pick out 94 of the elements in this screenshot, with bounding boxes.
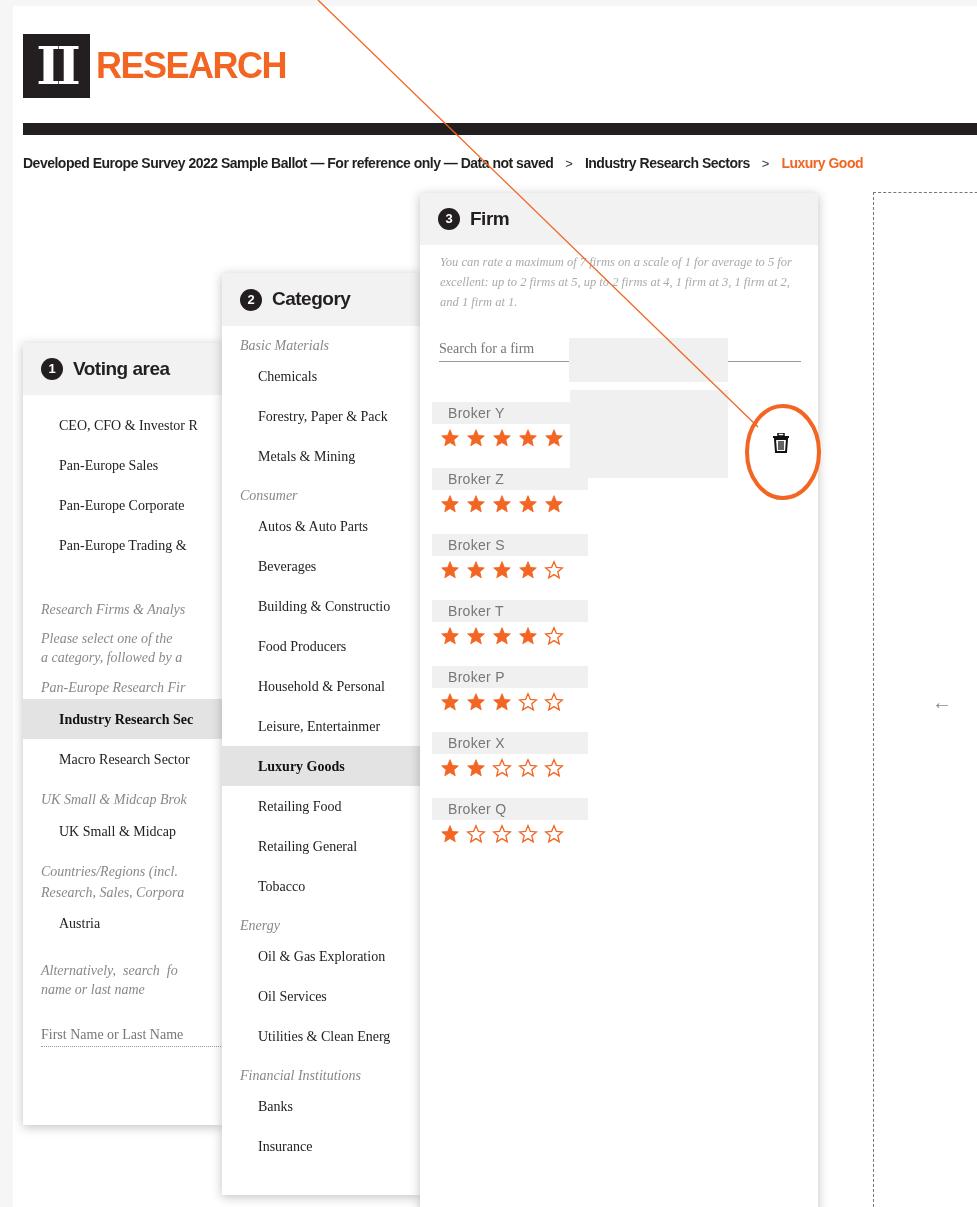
list-item[interactable]: Leisure, Entertainmer [222,706,420,746]
trash-icon [772,433,790,453]
star-icon[interactable] [544,494,564,514]
help-text: Please select one of the [40,630,174,648]
list-item[interactable]: Macro Research Sector [23,739,222,779]
list-item[interactable]: Metals & Mining [222,436,420,476]
star-icon[interactable] [544,824,564,844]
list-item[interactable]: Retailing General [222,826,420,866]
star-icon[interactable] [440,692,460,712]
star-icon[interactable] [518,560,538,580]
star-icon[interactable] [518,758,538,778]
star-icon[interactable] [518,428,538,448]
star-icon[interactable] [544,626,564,646]
group-heading: Energy [239,917,281,935]
group-heading: Research Firms & Analys [40,601,187,619]
breadcrumb-separator: > [761,154,770,173]
help-text: name or last name [40,981,146,999]
star-icon[interactable] [466,428,486,448]
panel-title: Voting area [73,356,170,381]
list-item[interactable]: Household & Personal [222,666,420,706]
star-icon[interactable] [440,824,460,844]
firm-name: Broker T [432,600,588,622]
firm-name: Broker P [432,666,588,688]
list-item[interactable]: Luxury Goods [222,746,420,786]
star-icon[interactable] [466,824,486,844]
group-heading: Pan-Europe Research Fir [40,679,187,697]
star-icon[interactable] [466,692,486,712]
star-icon[interactable] [492,494,512,514]
list-item[interactable]: Building & Constructio [222,586,420,626]
star-icon[interactable] [440,758,460,778]
list-item[interactable]: Insurance [222,1126,420,1166]
star-icon[interactable] [492,758,512,778]
logo-mark[interactable]: II [23,34,90,98]
star-icon[interactable] [544,560,564,580]
back-arrow[interactable]: ← [932,687,952,717]
breadcrumb-link[interactable]: Industry Research Sectors [584,153,750,174]
firm-name: Broker Q [432,798,588,820]
firm-name: Broker Z [432,468,588,490]
star-icon[interactable] [440,494,460,514]
list-item[interactable]: CEO, CFO & Investor R [23,405,222,445]
list-item[interactable]: Austria [23,903,222,943]
star-icon[interactable] [466,494,486,514]
breadcrumb-separator: > [565,154,573,173]
step-number: 1 [41,358,63,380]
star-icon[interactable] [544,758,564,778]
star-icon[interactable] [544,428,564,448]
list-item[interactable]: Food Producers [222,626,420,666]
step-number: 2 [240,288,262,311]
group-heading: Financial Institutions [239,1067,362,1085]
firm-name: Broker S [432,534,588,556]
star-icon[interactable] [466,626,486,646]
list-item[interactable]: Tobacco [222,866,420,906]
star-icon[interactable] [440,626,460,646]
panel-title: Firm [470,206,510,231]
star-icon[interactable] [492,626,512,646]
star-icon[interactable] [466,560,486,580]
list-item[interactable]: UK Small & Midcap [23,811,222,851]
list-item[interactable]: Oil Services [222,976,420,1016]
help-text: a category, followed by a [40,649,184,667]
step-number: 3 [438,208,460,230]
delete-button[interactable] [771,432,791,454]
star-icon[interactable] [518,824,538,844]
list-item[interactable]: Banks [222,1086,420,1126]
group-heading: Countries/Regions (incl. [40,863,179,881]
panel-title: Category [272,287,351,312]
list-item[interactable]: Autos & Auto Parts [222,506,420,546]
list-item[interactable]: Chemicals [222,356,420,396]
list-item[interactable]: Industry Research Sec [23,699,222,739]
list-item[interactable]: Pan-Europe Trading & [23,525,222,565]
star-icon[interactable] [518,692,538,712]
name-search-field[interactable]: First Name or Last Name [41,1023,222,1047]
star-icon[interactable] [440,428,460,448]
star-icon[interactable] [544,692,564,712]
star-icon[interactable] [492,692,512,712]
group-heading: Research, Sales, Corpora [40,884,186,902]
group-heading: Consumer [239,487,299,505]
help-text: Alternatively, search fo [39,962,179,980]
group-heading: Basic Materials [239,337,331,355]
list-item[interactable]: Forestry, Paper & Pack [222,396,420,436]
star-icon[interactable] [440,560,460,580]
star-icon[interactable] [466,758,486,778]
star-icon[interactable] [518,626,538,646]
list-item[interactable]: Oil & Gas Exploration [222,936,420,976]
firm-name: Broker X [432,732,588,754]
list-item[interactable]: Pan-Europe Sales [23,445,222,485]
star-icon[interactable] [492,560,512,580]
list-item[interactable]: Pan-Europe Corporate [23,485,222,525]
star-icon[interactable] [492,428,512,448]
list-item[interactable]: Beverages [222,546,420,586]
list-item[interactable]: Retailing Food [222,786,420,826]
star-icon[interactable] [518,494,538,514]
star-icon[interactable] [492,824,512,844]
group-heading: UK Small & Midcap Brok [40,791,188,809]
list-item[interactable]: Utilities & Clean Energ [222,1016,420,1056]
